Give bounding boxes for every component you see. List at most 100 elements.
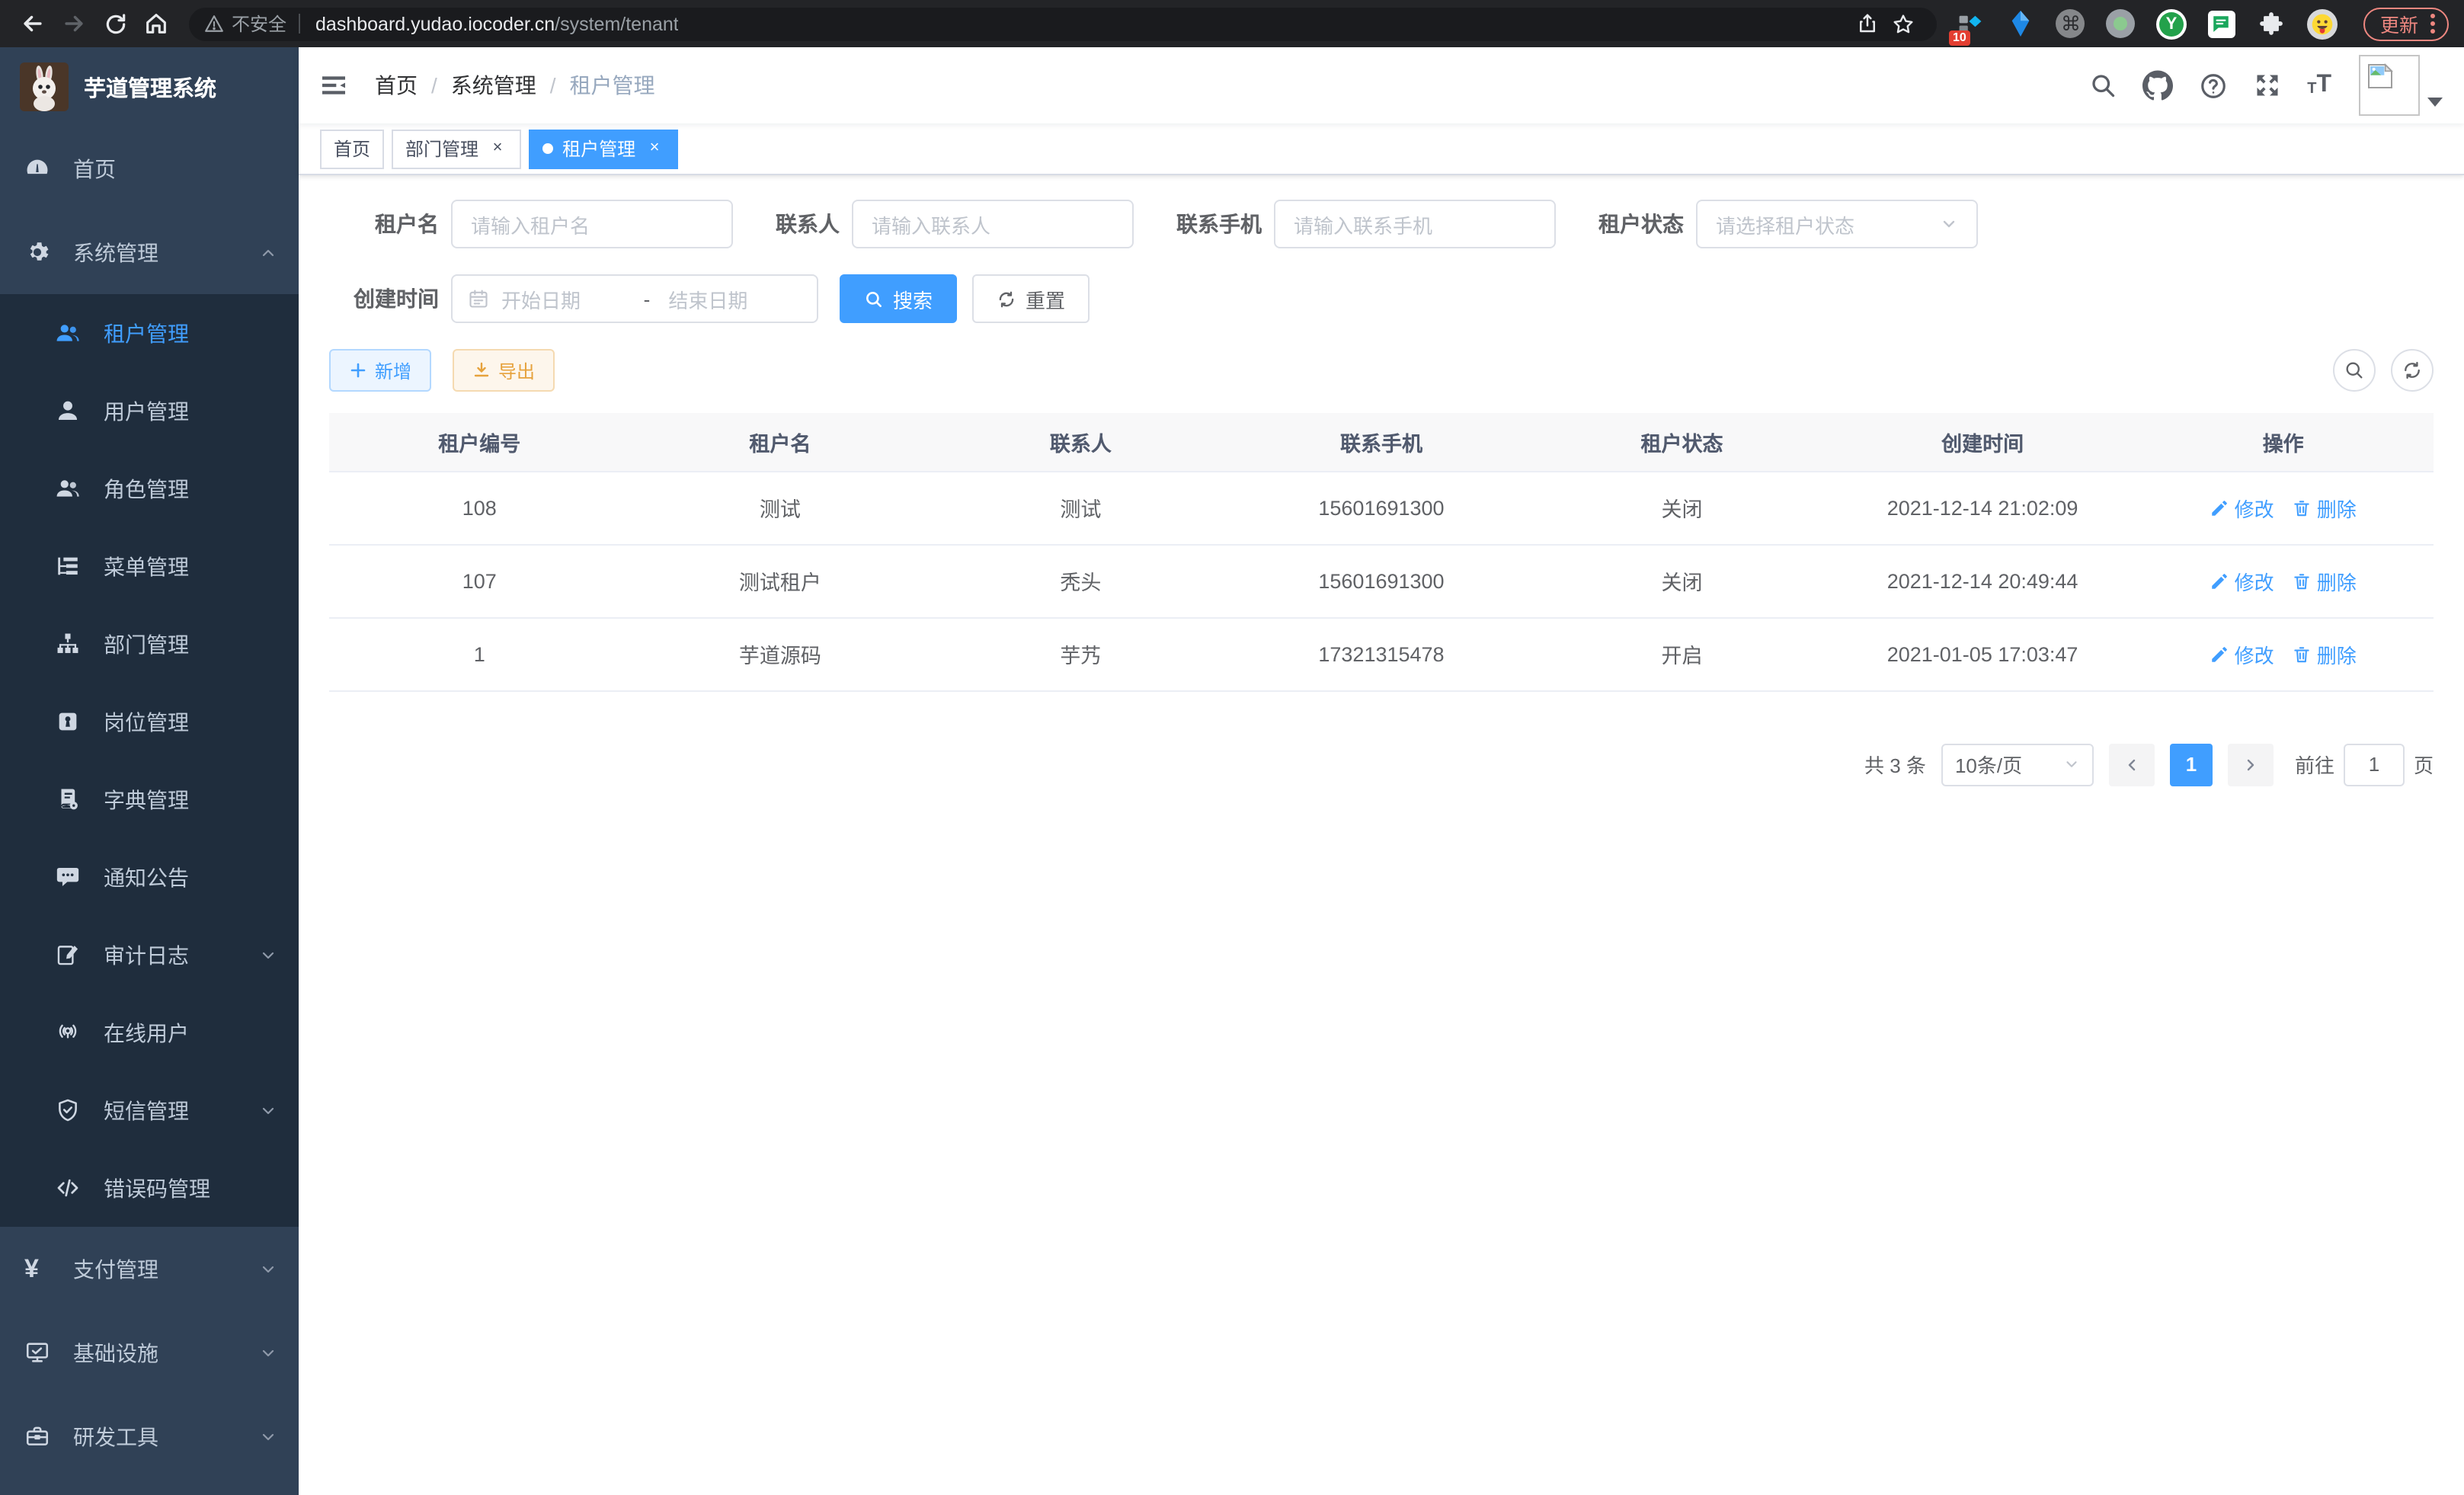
date-range-picker[interactable]: 开始日期 - 结束日期 xyxy=(451,274,818,323)
page-size-select[interactable]: 10条/页 xyxy=(1941,743,2094,786)
url-text[interactable]: dashboard.yudao.iocoder.cn/system/tenant xyxy=(315,13,679,34)
refresh-table-button[interactable] xyxy=(2391,349,2434,392)
extension-badge-icon[interactable]: 10 xyxy=(1955,8,1986,39)
sidebar-item-notice[interactable]: 通知公告 xyxy=(0,838,299,916)
tab-close-icon[interactable]: × xyxy=(645,139,664,158)
show-search-toggle-button[interactable] xyxy=(2333,349,2376,392)
sidebar-item-label: 首页 xyxy=(73,153,277,184)
gauge-icon xyxy=(24,155,50,181)
end-date-input[interactable]: 结束日期 xyxy=(659,284,802,313)
sidebar-item-pay[interactable]: ¥支付管理 xyxy=(0,1227,299,1311)
share-icon[interactable] xyxy=(1851,3,1885,44)
bookmark-star-icon[interactable] xyxy=(1885,3,1922,44)
user-icon xyxy=(55,398,81,424)
user-avatar[interactable] xyxy=(2359,55,2420,116)
sidebar-item-audit-log[interactable]: 审计日志 xyxy=(0,916,299,994)
fullscreen-icon[interactable] xyxy=(2252,70,2283,101)
sidebar-item-label: 支付管理 xyxy=(73,1253,259,1284)
puzzle-extensions-icon[interactable] xyxy=(2257,8,2287,39)
sidebar-item-home[interactable]: 首页 xyxy=(0,126,299,210)
avatar-caret-icon[interactable] xyxy=(2427,98,2443,107)
cell-id: 1 xyxy=(329,617,630,690)
url-bar[interactable]: 不安全 dashboard.yudao.iocoder.cn/system/te… xyxy=(189,7,1937,40)
back-icon[interactable] xyxy=(12,3,53,44)
prev-page-button[interactable] xyxy=(2109,743,2155,786)
tab-close-icon[interactable]: × xyxy=(488,139,507,158)
security-label[interactable]: 不安全 xyxy=(232,11,286,37)
post-icon xyxy=(55,709,81,735)
search-icon[interactable] xyxy=(2088,70,2118,101)
browser-update-button[interactable]: 更新 xyxy=(2363,7,2449,40)
sidebar-item-dept[interactable]: 部门管理 xyxy=(0,605,299,683)
delete-link[interactable]: 删除 xyxy=(2293,566,2357,595)
github-icon[interactable] xyxy=(2142,70,2173,101)
cell-id: 108 xyxy=(329,471,630,544)
forward-icon[interactable] xyxy=(53,3,94,44)
reset-button[interactable]: 重置 xyxy=(972,274,1090,323)
breadcrumb: 首页/系统管理/租户管理 xyxy=(375,70,655,101)
sidebar-item-system[interactable]: 系统管理 xyxy=(0,210,299,294)
goto-page-input[interactable]: 1 xyxy=(2344,743,2405,786)
tab-tenant[interactable]: 租户管理× xyxy=(529,129,678,168)
breadcrumb-separator: / xyxy=(431,73,437,98)
circle-dot-extension-icon[interactable] xyxy=(2106,8,2136,39)
sidebar-item-online-user[interactable]: 在线用户 xyxy=(0,994,299,1071)
edit-link[interactable]: 修改 xyxy=(2210,566,2274,595)
command-extension-icon[interactable]: ⌘ xyxy=(2056,8,2086,39)
delete-link[interactable]: 删除 xyxy=(2293,639,2357,668)
tab-home[interactable]: 首页 xyxy=(320,129,384,168)
breadcrumb-item[interactable]: 首页 xyxy=(375,70,418,101)
home-icon[interactable] xyxy=(136,3,177,44)
browser-menu-icon[interactable] xyxy=(2430,14,2435,34)
filter-mobile: 联系手机 请输入联系手机 xyxy=(1176,200,1556,248)
contact-input[interactable]: 请输入联系人 xyxy=(852,200,1134,248)
edit-link[interactable]: 修改 xyxy=(2210,493,2274,522)
reload-icon[interactable] xyxy=(94,3,136,44)
mobile-input[interactable]: 请输入联系手机 xyxy=(1274,200,1556,248)
app-logo[interactable]: 芋道管理系统 xyxy=(0,47,299,126)
current-page-button[interactable]: 1 xyxy=(2170,743,2213,786)
breadcrumb-item[interactable]: 系统管理 xyxy=(451,70,536,101)
edit-link[interactable]: 修改 xyxy=(2210,639,2274,668)
sidebar-item-label: 系统管理 xyxy=(73,237,259,267)
chevron-down-icon xyxy=(259,946,277,964)
tenant-name-input[interactable]: 请输入租户名 xyxy=(451,200,733,248)
chevron-up-icon xyxy=(259,243,277,261)
sidebar-item-label: 错误码管理 xyxy=(104,1173,277,1203)
sidebar-item-user[interactable]: 用户管理 xyxy=(0,372,299,450)
tab-dept[interactable]: 部门管理× xyxy=(392,129,521,168)
sidebar-item-dict[interactable]: 字典管理 xyxy=(0,760,299,838)
chat-extension-icon[interactable] xyxy=(2206,8,2237,39)
status-select[interactable]: 请选择租户状态 xyxy=(1696,200,1978,248)
export-button[interactable]: 导出 xyxy=(453,349,555,392)
table-header-cell: 租户名 xyxy=(630,413,931,471)
dict-icon xyxy=(55,786,81,812)
security-warning-icon[interactable] xyxy=(204,14,224,34)
sidebar-item-role[interactable]: 角色管理 xyxy=(0,450,299,527)
refresh-icon xyxy=(997,289,1016,309)
sidebar-toggle-icon[interactable] xyxy=(317,69,350,102)
total-count: 共 3 条 xyxy=(1864,750,1926,779)
yudao-extension-icon[interactable]: Y xyxy=(2156,8,2187,39)
help-icon[interactable] xyxy=(2197,70,2228,101)
cell-contact: 芋艿 xyxy=(930,617,1231,690)
next-page-button[interactable] xyxy=(2228,743,2274,786)
sidebar-item-menu[interactable]: 菜单管理 xyxy=(0,527,299,605)
delete-link[interactable]: 删除 xyxy=(2293,493,2357,522)
profile-avatar-icon[interactable] xyxy=(2307,8,2338,39)
kite-extension-icon[interactable] xyxy=(2005,8,2036,39)
start-date-input[interactable]: 开始日期 xyxy=(501,284,635,313)
extension-badge-count: 10 xyxy=(1949,30,1970,45)
table-row: 1芋道源码芋艿17321315478开启2021-01-05 17:03:47修… xyxy=(329,617,2434,690)
search-button[interactable]: 搜索 xyxy=(840,274,957,323)
sidebar-item-error-code[interactable]: 错误码管理 xyxy=(0,1149,299,1227)
sidebar-item-tenant[interactable]: 租户管理 xyxy=(0,294,299,372)
sidebar-item-label: 用户管理 xyxy=(104,395,277,426)
omnibox-divider xyxy=(299,14,300,34)
add-button[interactable]: 新增 xyxy=(329,349,431,392)
font-size-icon[interactable]: TT xyxy=(2307,73,2331,98)
sidebar-item-infra[interactable]: 基础设施 xyxy=(0,1311,299,1394)
sidebar-item-dev-tool[interactable]: 研发工具 xyxy=(0,1394,299,1478)
sidebar-item-sms[interactable]: 短信管理 xyxy=(0,1071,299,1149)
sidebar-item-post[interactable]: 岗位管理 xyxy=(0,683,299,760)
